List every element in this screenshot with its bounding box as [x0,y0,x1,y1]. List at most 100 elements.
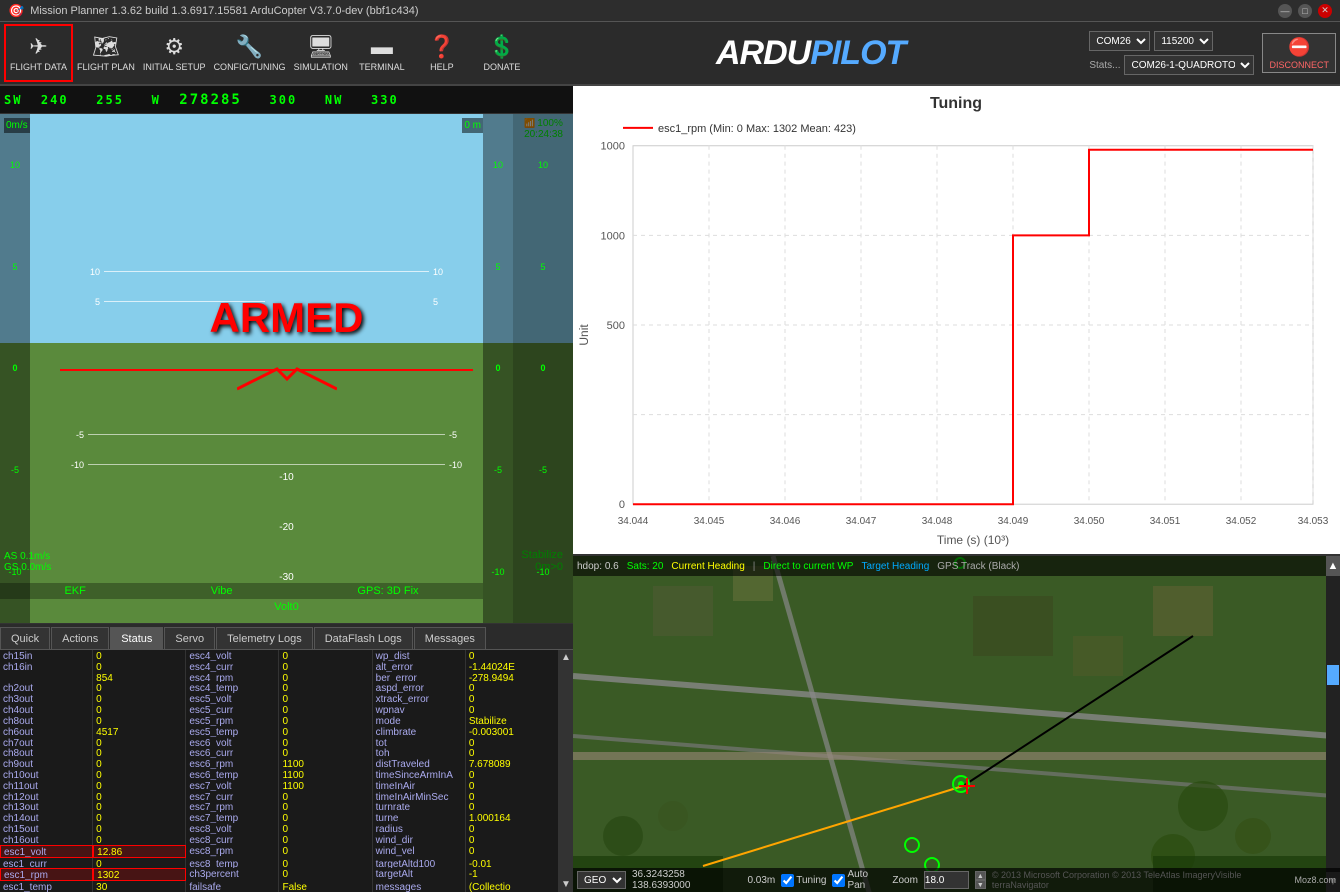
scroll-down[interactable]: ▼ [559,877,573,892]
status-cell-5-2: esc5_curr [186,704,279,715]
status-cell-7-5: -0.003001 [466,726,559,737]
airspeed-val: 0m/s [6,120,28,131]
simulation-icon: 🖥 [307,34,335,60]
donate-button[interactable]: 💲 DONATE [472,24,532,82]
status-cell-6-3: 0 [279,715,372,726]
titlebar: 🎯 Mission Planner 1.3.62 build 1.3.6917.… [0,0,1340,22]
autopan-checkbox[interactable] [832,874,845,887]
status-cell-3-2: esc4_temp [186,682,279,693]
status-cell-6-0: ch8out [0,715,93,726]
port-select[interactable]: COM26 [1089,31,1150,51]
close-button[interactable]: ✕ [1318,4,1332,18]
svg-text:0: 0 [619,499,625,511]
status-cell-0-0: ch15in [0,650,93,661]
status-cell-12-5: 0 [466,780,559,791]
tab-dataflash-logs[interactable]: DataFlash Logs [314,627,413,649]
terminal-button[interactable]: ▬ TERMINAL [352,24,412,82]
gps-label: GPS: 3D Fix [357,585,418,597]
status-cell-1-2: esc4_curr [186,661,279,672]
disconnect-label: DISCONNECT [1269,60,1329,70]
status-cell-10-4: distTraveled [373,758,466,769]
status-cell-4-3: 0 [279,693,372,704]
status-cell-20-1: 1302 [93,868,186,881]
autopan-check-label[interactable]: Auto Pan [832,869,886,891]
status-cell-9-4: toh [373,747,466,758]
status-cell-10-3: 1100 [279,758,372,769]
baud-select[interactable]: 115200 [1154,31,1213,51]
status-cell-13-3: 0 [279,791,372,802]
zoom-up-btn[interactable]: ▲ [975,871,986,880]
status-cell-19-3: 0 [279,858,372,869]
status-cell-17-4: wind_dir [373,834,466,845]
map-panel[interactable]: hdop: 0.6 Sats: 20 Current Heading | Dir… [573,556,1340,892]
status-cell-6-5: Stabilize [466,715,559,726]
status-cell-16-5: 0 [466,823,559,834]
svg-text:34.045: 34.045 [694,516,725,527]
status-cell-1-3: 0 [279,661,372,672]
flight-plan-button[interactable]: 🗺 FLIGHT PLAN [73,24,139,82]
status-cell-20-4: targetAlt [373,868,466,881]
status-grid: ch15in0esc4_volt0wp_dist0ch16in0esc4_cur… [0,650,559,892]
status-cell-13-0: ch12out [0,791,93,802]
status-cell-7-3: 0 [279,726,372,737]
status-cell-1-5: -1.44024E [466,661,559,672]
flight-data-button[interactable]: ✈ FLIGHT DATA [4,24,73,82]
minimize-button[interactable]: — [1278,4,1292,18]
status-cell-4-5: 0 [466,693,559,704]
copyright-text: © 2013 Microsoft Corporation © 2013 Tele… [992,870,1289,890]
status-cell-18-1: 12.86 [93,845,186,858]
alt-val: 0 m [464,120,481,131]
status-cell-14-0: ch13out [0,801,93,812]
tab-servo[interactable]: Servo [164,627,215,649]
zoom-down-btn[interactable]: ▼ [975,880,986,889]
scroll-up[interactable]: ▲ [559,650,573,665]
status-cell-16-2: esc8_volt [186,823,279,834]
tab-actions[interactable]: Actions [51,627,109,649]
config-tuning-button[interactable]: 🔧 CONFIG/TUNING [210,24,290,82]
status-cell-16-0: ch15out [0,823,93,834]
tab-telemetry-logs[interactable]: Telemetry Logs [216,627,313,649]
speed-gs-display: AS 0.1m/s GS 0.0m/s [4,551,51,573]
zoom-input[interactable] [924,871,969,889]
status-cell-21-4: messages [373,881,466,892]
status-cell-5-4: wpnav [373,704,466,715]
hdop-val: 0.6 [605,561,619,572]
status-cell-14-5: 0 [466,801,559,812]
simulation-button[interactable]: 🖥 SIMULATION [290,24,352,82]
status-cell-12-0: ch11out [0,780,93,791]
svg-text:Time (s) (10³): Time (s) (10³) [937,533,1009,547]
map-scrollbar[interactable]: ▲ ▼ [1326,556,1340,892]
status-cell-20-5: -1 [466,868,559,881]
svg-text:34.044: 34.044 [618,516,649,527]
svg-text:34.046: 34.046 [770,516,801,527]
status-cell-10-0: ch9out [0,758,93,769]
heading-target: Target Heading [861,561,929,572]
disconnect-button[interactable]: ⛔ DISCONNECT [1262,33,1336,73]
autopan-label: Auto Pan [847,869,886,891]
tabs-bar: Quick Actions Status Servo Telemetry Log… [0,624,573,650]
svg-text:500: 500 [607,320,625,332]
tab-messages[interactable]: Messages [414,627,486,649]
map-scroll-up[interactable]: ▲ [1326,556,1340,576]
status-cell-21-1: 30 [93,881,186,892]
geo-select[interactable]: GEO [577,871,626,889]
profile-select[interactable]: COM26-1-QUADROTOR [1124,55,1254,75]
tuning-checkbox[interactable] [781,874,794,887]
altitude-readout: 0 m [462,118,483,133]
status-cell-13-2: esc7_curr [186,791,279,802]
status-cell-21-3: False [279,881,372,892]
vibe-label: Vibe [211,585,233,597]
tab-quick[interactable]: Quick [0,627,50,649]
initial-setup-button[interactable]: ⚙ INITIAL SETUP [139,24,210,82]
status-cell-13-5: 0 [466,791,559,802]
tuning-label: Tuning [796,875,826,886]
status-cell-8-0: ch7out [0,737,93,748]
maximize-button[interactable]: □ [1298,4,1312,18]
tab-status[interactable]: Status [110,627,163,649]
help-button[interactable]: ❓ HELP [412,24,472,82]
left-panel: SW 240 255 W 278285 300 NW 330 📶 100% 20… [0,86,573,892]
donate-label: DONATE [483,62,520,72]
tuning-check-label[interactable]: Tuning [781,874,826,887]
compass-bar: SW 240 255 W 278285 300 NW 330 [0,86,573,114]
status-cell-17-2: esc8_curr [186,834,279,845]
